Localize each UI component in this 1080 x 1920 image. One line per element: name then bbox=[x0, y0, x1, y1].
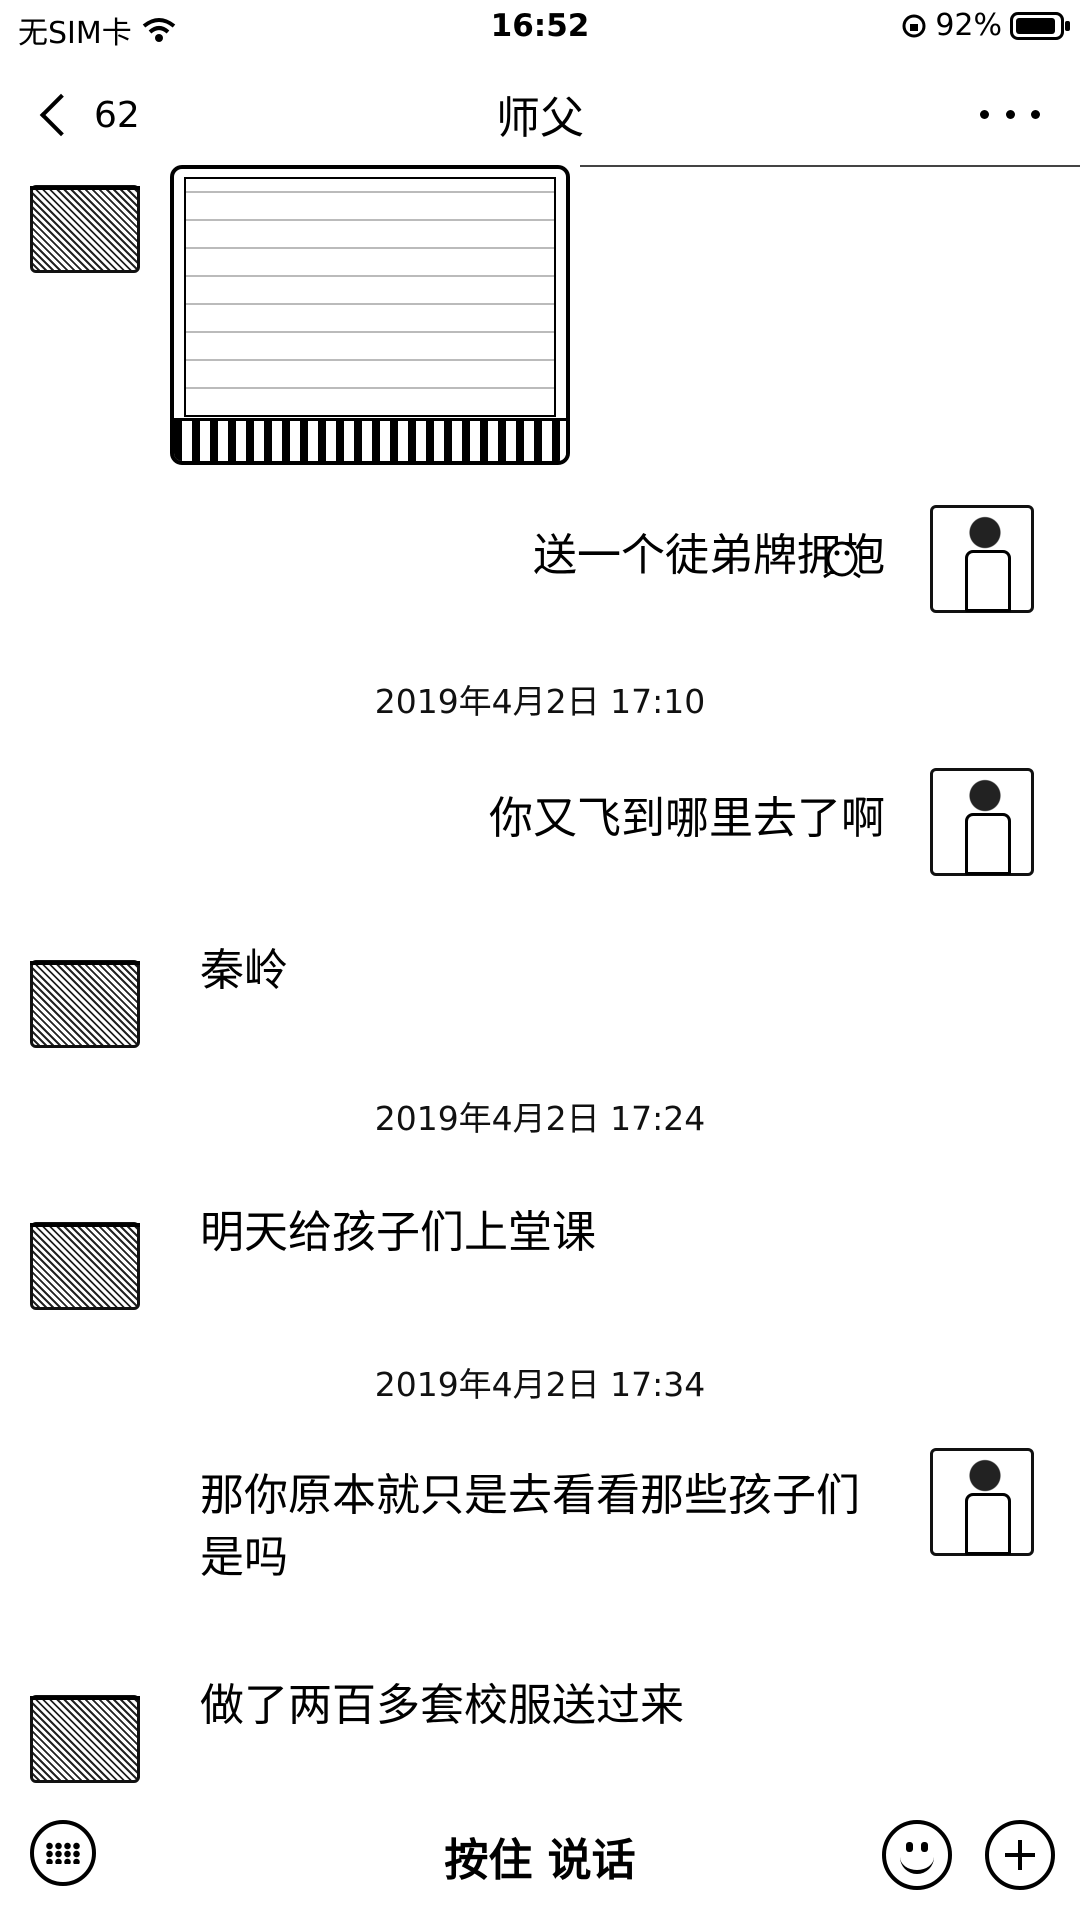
timestamp: 2019年4月2日 17:34 bbox=[374, 1365, 706, 1404]
message-bubble-right[interactable]: 送一个徒弟牌拥抱 bbox=[285, 525, 885, 587]
message-bubble-left[interactable]: 明天给孩子们上堂课 bbox=[200, 1202, 596, 1264]
battery-percent: 92% bbox=[935, 8, 1002, 43]
chat-title: 师父 bbox=[496, 93, 584, 144]
nav-divider bbox=[580, 165, 1080, 167]
penguin-emoji-icon bbox=[823, 541, 861, 579]
timestamp: 2019年4月2日 17:10 bbox=[374, 682, 706, 721]
my-avatar[interactable] bbox=[930, 1448, 1034, 1556]
my-avatar[interactable] bbox=[930, 768, 1034, 876]
more-dots-icon bbox=[980, 109, 989, 119]
battery-fill bbox=[1016, 17, 1055, 34]
more-button[interactable] bbox=[980, 94, 1040, 134]
message-bubble-right[interactable]: 你又飞到哪里去了啊 bbox=[285, 788, 885, 850]
contact-avatar[interactable] bbox=[30, 1695, 140, 1783]
image-border bbox=[174, 418, 566, 461]
my-avatar[interactable] bbox=[930, 505, 1034, 613]
emoji-button[interactable] bbox=[882, 1820, 952, 1890]
message-bubble-left[interactable]: 秦岭 bbox=[200, 940, 288, 1002]
contact-avatar[interactable] bbox=[30, 960, 140, 1048]
status-right: 92% bbox=[901, 8, 1070, 43]
input-bar: 按住 说话 bbox=[0, 1790, 1080, 1920]
contact-avatar[interactable] bbox=[30, 185, 140, 273]
nav-bar: 62 师父 bbox=[0, 60, 1080, 170]
message-bubble-right[interactable]: 那你原本就只是去看看那些孩子们 是吗 bbox=[200, 1465, 900, 1589]
message-bubble-left[interactable]: 做了两百多套校服送过来 bbox=[200, 1675, 684, 1737]
battery-icon bbox=[1010, 11, 1070, 40]
contact-avatar[interactable] bbox=[30, 1222, 140, 1310]
status-bar: 无SIM卡 16:52 92% bbox=[0, 0, 1080, 56]
image-content bbox=[184, 177, 556, 417]
plus-button[interactable] bbox=[985, 1820, 1055, 1890]
timestamp: 2019年4月2日 17:24 bbox=[374, 1099, 706, 1138]
emoji-icon bbox=[906, 1842, 913, 1852]
image-message[interactable] bbox=[170, 165, 570, 465]
rotation-lock-icon bbox=[902, 14, 926, 37]
